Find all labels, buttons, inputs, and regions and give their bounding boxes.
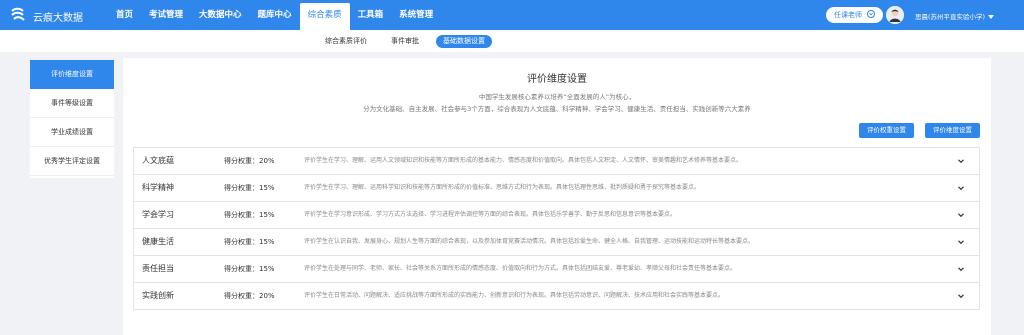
dimension-weight: 得分权重：20% <box>224 292 275 300</box>
dimension-name: 学会学习 <box>142 210 174 219</box>
weight-settings-button[interactable]: 评价权重设置 <box>859 123 914 138</box>
main-nav: 首页 考试管理 大数据中心 题库中心 综合素质 工具箱 系统管理 <box>108 0 441 30</box>
intro-line-2: 分为文化基础、自主发展、社会参与3个方面，综合表现为人文底蕴、科学精神、学会学习… <box>363 105 751 113</box>
settings-sidebar: 评价维度设置 事件等级设置 学业成绩设置 优秀学生评定设置 <box>30 60 114 178</box>
dimension-name: 责任担当 <box>142 264 174 273</box>
sidebar-item-academic-score-settings[interactable]: 学业成绩设置 <box>30 118 114 147</box>
dimension-name: 人文底蕴 <box>142 156 174 165</box>
dimension-weight: 得分权重：15% <box>224 184 275 192</box>
brand-name: 云痕大数据 <box>33 13 83 24</box>
nav-item-toolbox[interactable]: 工具箱 <box>350 0 392 30</box>
nav-item-comprehensive-quality[interactable]: 综合素质 <box>299 3 350 30</box>
nav-item-big-data-center[interactable]: 大数据中心 <box>191 0 250 30</box>
subnav-item-basic-data-settings[interactable]: 基础数据设置 <box>436 35 492 48</box>
sidebar-item-dimension-settings[interactable]: 评价维度设置 <box>30 60 114 89</box>
nav-item-system-management[interactable]: 系统管理 <box>391 0 441 30</box>
chevron-down-icon[interactable] <box>957 157 965 165</box>
dimension-name: 健康生活 <box>142 237 174 246</box>
dimension-weight: 得分权重：20% <box>224 157 275 165</box>
dimension-description: 评价学生在学习、理解、运用人文领域知识和技能等方面所形成的基本能力、情感态度和价… <box>304 157 743 164</box>
chevron-down-icon <box>867 10 876 18</box>
nav-item-question-bank[interactable]: 题库中心 <box>250 0 300 30</box>
page-title: 评价维度设置 <box>527 74 587 85</box>
dimension-description: 评价学生在日常活动、问题解决、适应挑战等方面所形成的实践能力、创新意识和行为表现… <box>304 292 725 299</box>
user-name: 思晨(苏州平直实验小学) <box>915 13 986 21</box>
dimension-row[interactable]: 责任担当 得分权重：15% 评价学生在处理与同学、老师、家长、社会等关系方面所形… <box>133 256 980 283</box>
dimension-description: 评价学生在处理与同学、老师、家长、社会等关系方面所形成的情感态度、价值取向和行为… <box>304 265 737 272</box>
sub-nav: 综合素质评价 事件审批 基础数据设置 <box>0 30 1024 52</box>
sidebar-item-excellent-student-settings[interactable]: 优秀学生评定设置 <box>30 147 114 176</box>
caret-down-icon <box>988 15 995 19</box>
dimension-row[interactable]: 人文底蕴 得分权重：20% 评价学生在学习、理解、运用人文领域知识和技能等方面所… <box>133 148 980 175</box>
dimension-description: 评价学生在学习意识形成、学习方式方法选择、学习进程评估调控等方面的综合表现。具体… <box>304 211 677 218</box>
nav-item-exam-management[interactable]: 考试管理 <box>141 0 191 30</box>
dimension-row[interactable]: 科学精神 得分权重：15% 评价学生在学习、理解、运用科学知识和技能等方面所形成… <box>133 175 980 202</box>
logo-icon <box>11 7 25 21</box>
subnav-item-event-approval[interactable]: 事件审批 <box>384 35 426 48</box>
dimension-list: 人文底蕴 得分权重：20% 评价学生在学习、理解、运用人文领域知识和技能等方面所… <box>133 147 980 310</box>
role-label: 任课老师 <box>834 11 862 19</box>
intro-line-1: 中国学生发展核心素养以培养“全面发展的人”为核心， <box>478 93 636 101</box>
intro-text: 中国学生发展核心素养以培养“全面发展的人”为核心， 分为文化基础、自主发展、社会… <box>123 91 991 115</box>
dimension-description: 评价学生在学习、理解、运用科学知识和技能等方面所形成的价值标准、思维方式和行为表… <box>304 184 701 191</box>
sidebar-item-event-level-settings[interactable]: 事件等级设置 <box>30 89 114 118</box>
role-selector[interactable]: 任课老师 <box>826 7 884 23</box>
dimension-row[interactable]: 学会学习 得分权重：15% 评价学生在学习意识形成、学习方式方法选择、学习进程评… <box>133 202 980 229</box>
avatar[interactable] <box>886 6 904 24</box>
user-menu[interactable]: 思晨(苏州平直实验小学) <box>915 11 995 21</box>
dimension-weight: 得分权重：15% <box>224 211 275 219</box>
dimension-weight: 得分权重：15% <box>224 238 275 246</box>
dimension-name: 科学精神 <box>142 183 174 192</box>
dimension-settings-button[interactable]: 评价维度设置 <box>925 123 980 138</box>
nav-item-home[interactable]: 首页 <box>108 0 141 30</box>
dimension-weight: 得分权重：15% <box>224 265 275 273</box>
chevron-down-icon[interactable] <box>957 211 965 219</box>
chevron-down-icon[interactable] <box>957 184 965 192</box>
dimension-row[interactable]: 实践创新 得分权重：20% 评价学生在日常活动、问题解决、适应挑战等方面所形成的… <box>133 283 980 310</box>
dimension-row[interactable]: 健康生活 得分权重：15% 评价学生在认识自我、发展身心、规划人生等方面的综合表… <box>133 229 980 256</box>
dimension-description: 评价学生在认识自我、发展身心、规划人生等方面的综合表现，以及参加体育竞赛活动情况… <box>304 238 755 245</box>
dimension-name: 实践创新 <box>142 291 174 300</box>
main-panel: 评价维度设置 中国学生发展核心素养以培养“全面发展的人”为核心， 分为文化基础、… <box>123 58 991 335</box>
chevron-down-icon[interactable] <box>957 238 965 246</box>
chevron-down-icon[interactable] <box>957 265 965 273</box>
top-navbar: 云痕大数据 首页 考试管理 大数据中心 题库中心 综合素质 工具箱 系统管理 任… <box>0 0 1024 30</box>
chevron-down-icon[interactable] <box>957 292 965 300</box>
subnav-item-evaluation[interactable]: 综合素质评价 <box>318 35 374 48</box>
